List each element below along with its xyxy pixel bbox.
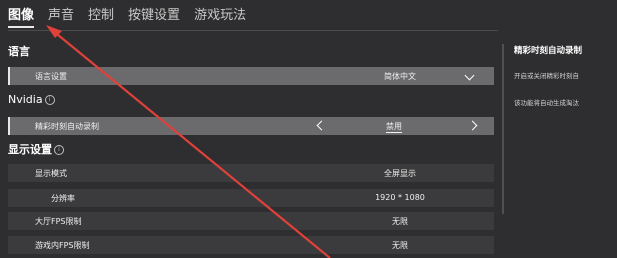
annotation-arrow-shaft <box>51 29 331 258</box>
annotation-arrow <box>46 25 331 258</box>
